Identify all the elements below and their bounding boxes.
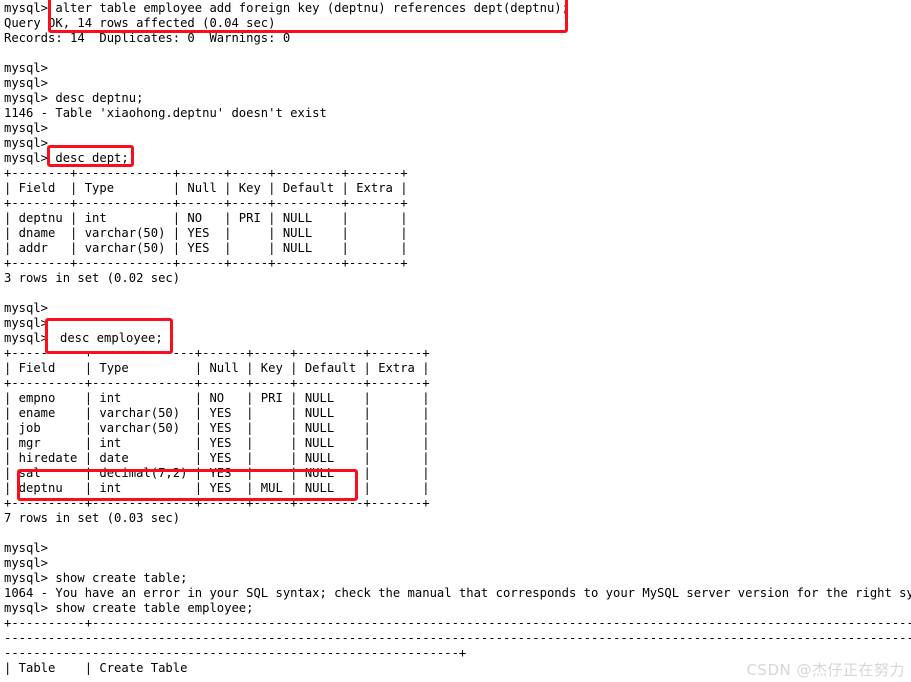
terminal-line: | deptnu | int | NO | PRI | NULL | |	[4, 211, 408, 225]
terminal-line: +----------+--------------+------+-----+…	[4, 376, 430, 390]
terminal-output[interactable]: mysql> alter table employee add foreign …	[4, 1, 911, 676]
terminal-line: Records: 14 Duplicates: 0 Warnings: 0	[4, 31, 291, 45]
terminal-line: mysql>	[4, 76, 49, 90]
terminal-line: mysql>	[4, 316, 49, 330]
terminal-line: mysql> show create table;	[4, 571, 188, 585]
terminal-line: | ename | varchar(50) | YES | | NULL | |	[4, 406, 430, 420]
terminal-line: 1146 - Table 'xiaohong.deptnu' doesn't e…	[4, 106, 327, 120]
terminal-line: | Field | Type | Null | Key | Default | …	[4, 361, 430, 375]
terminal-line: mysql> desc deptnu;	[4, 91, 144, 105]
terminal-line: | hiredate | date | YES | | NULL | |	[4, 451, 430, 465]
terminal-line: | addr | varchar(50) | YES | | NULL | |	[4, 241, 408, 255]
terminal-line: +----------+--------------+------+-----+…	[4, 496, 430, 510]
terminal-line: | dname | varchar(50) | YES | | NULL | |	[4, 226, 408, 240]
terminal-line: mysql> desc dept;	[4, 151, 129, 165]
terminal-line: | job | varchar(50) | YES | | NULL | |	[4, 421, 430, 435]
csdn-watermark: CSDN @杰仔正在努力	[746, 661, 905, 679]
terminal-line: mysql>	[4, 61, 49, 75]
terminal-line: mysql> show create table employee;	[4, 601, 254, 615]
terminal-line: | mgr | int | YES | | NULL | |	[4, 436, 430, 450]
terminal-line: | sal | decimal(7,2) | YES | | NULL | |	[4, 466, 430, 480]
terminal-line: +--------+-------------+------+-----+---…	[4, 256, 408, 270]
terminal-line: 3 rows in set (0.02 sec)	[4, 271, 181, 285]
terminal-line: mysql>	[4, 136, 49, 150]
terminal-line: | deptnu | int | YES | MUL | NULL | |	[4, 481, 430, 495]
terminal-line: +--------+-------------+------+-----+---…	[4, 196, 408, 210]
terminal-line: | empno | int | NO | PRI | NULL | |	[4, 391, 430, 405]
terminal-line: | Field | Type | Null | Key | Default | …	[4, 181, 408, 195]
terminal-line: ----------------------------------------…	[4, 631, 911, 645]
terminal-line: mysql>	[4, 121, 49, 135]
terminal-line: 7 rows in set (0.03 sec)	[4, 511, 181, 525]
terminal-line: +----------+--------------+------+-----+…	[4, 346, 430, 360]
terminal-line: mysql>	[4, 301, 49, 315]
terminal-line: 1064 - You have an error in your SQL syn…	[4, 586, 911, 600]
terminal-line: mysql>	[4, 556, 49, 570]
terminal-line: mysql> desc employee;	[4, 331, 159, 345]
terminal-line: mysql>	[4, 541, 49, 555]
terminal-screenshot: mysql> alter table employee add foreign …	[0, 0, 911, 682]
terminal-line: Query OK, 14 rows affected (0.04 sec)	[4, 16, 276, 30]
terminal-line: +----------+----------------------------…	[4, 616, 911, 630]
terminal-line: +--------+-------------+------+-----+---…	[4, 166, 408, 180]
terminal-line: mysql> alter table employee add foreign …	[4, 1, 569, 15]
terminal-line: ----------------------------------------…	[4, 646, 467, 660]
